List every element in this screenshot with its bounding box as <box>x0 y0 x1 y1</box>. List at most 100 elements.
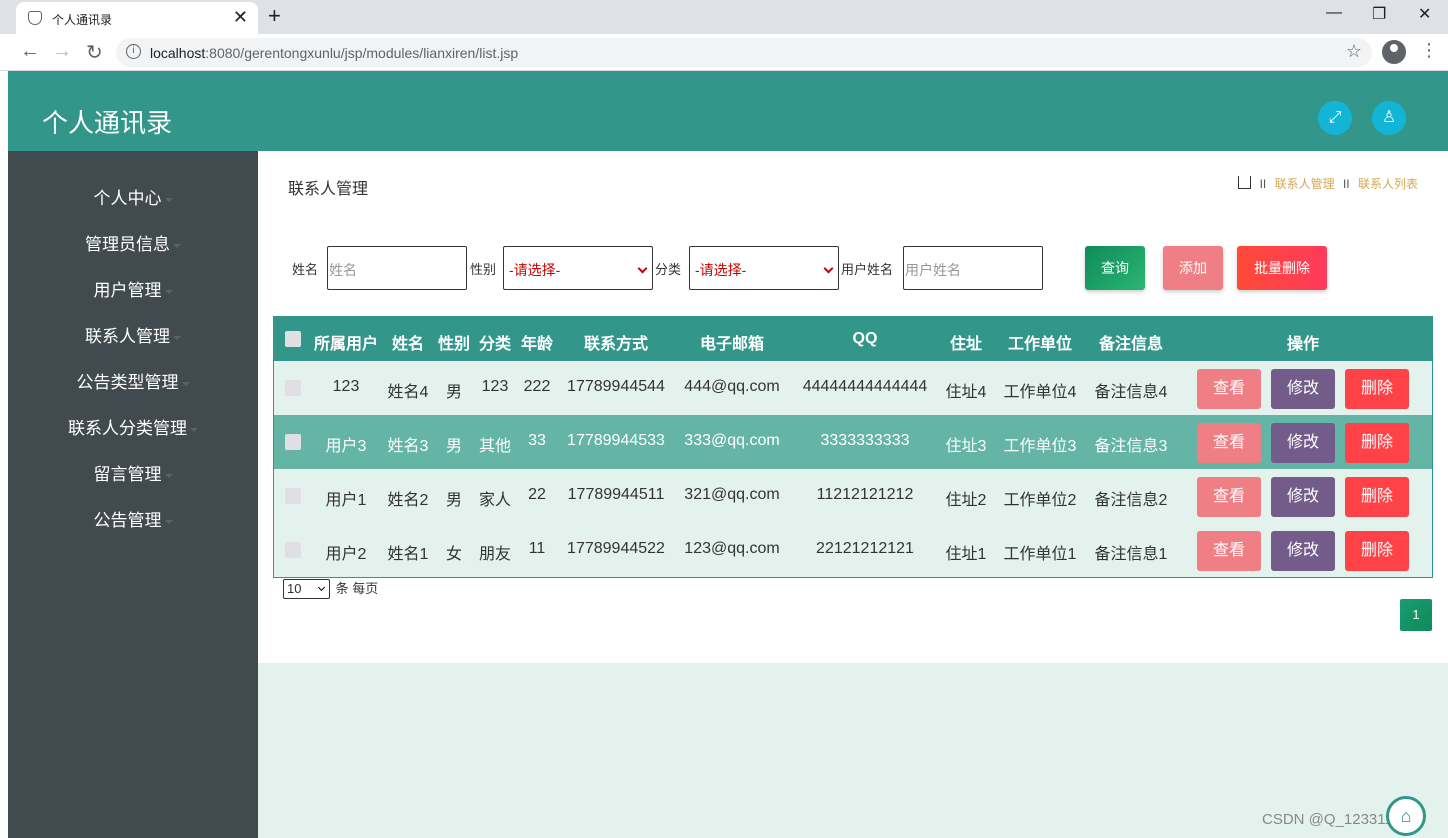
edit-button[interactable]: 修改 <box>1271 477 1335 517</box>
cell-age: 11 <box>528 540 546 557</box>
bookmark-star-icon[interactable]: ☆ <box>1346 41 1362 62</box>
delete-button[interactable]: 删除 <box>1345 477 1409 517</box>
cell-user: 用户3 <box>325 438 367 455</box>
address-bar: ← → ↻ i localhost:8080/gerentongxunlu/js… <box>0 34 1448 71</box>
sidebar-item-contact-category-management[interactable]: 联系人分类管理 <box>8 414 258 439</box>
query-button[interactable]: 查询 <box>1085 246 1145 290</box>
table-row: 用户3 姓名3 男 其他 33 17789944533 333@qq.com 3… <box>274 415 1432 469</box>
batch-delete-button[interactable]: 批量删除 <box>1237 246 1327 290</box>
sidebar-item-admin-info[interactable]: 管理员信息 <box>8 230 258 255</box>
sidebar-item-message-management[interactable]: 留言管理 <box>8 460 258 485</box>
cell-work: 工作单位3 <box>1003 438 1077 455</box>
column-header: 联系方式 <box>583 336 648 353</box>
back-to-top-icon[interactable]: ⌂ <box>1386 796 1426 836</box>
cell-category: 其他 <box>478 438 511 455</box>
view-button[interactable]: 查看 <box>1197 369 1261 409</box>
new-tab-button[interactable]: + <box>268 3 281 29</box>
view-button[interactable]: 查看 <box>1197 423 1261 463</box>
profile-avatar-icon[interactable] <box>1382 40 1406 64</box>
category-label: 分类 <box>655 262 682 277</box>
sidebar-item-user-management[interactable]: 用户管理 <box>8 276 258 301</box>
column-header: 电子邮箱 <box>699 336 764 353</box>
caret-down-icon <box>164 519 173 524</box>
caret-down-icon <box>181 381 190 386</box>
cell-work: 工作单位1 <box>1003 546 1077 563</box>
info-icon[interactable]: i <box>126 44 141 59</box>
sidebar-item-contact-management[interactable]: 联系人管理 <box>8 322 258 347</box>
sidebar-item-notice-management[interactable]: 公告管理 <box>8 506 258 531</box>
delete-button[interactable]: 删除 <box>1345 531 1409 571</box>
page-size-select[interactable]: 10 <box>283 579 330 599</box>
caret-down-icon <box>173 335 181 340</box>
reload-icon[interactable]: ↻ <box>86 40 103 65</box>
column-header: 分类 <box>478 336 511 353</box>
minimize-button[interactable]: — <box>1326 4 1342 22</box>
username-input[interactable]: 用户姓名 <box>903 246 1043 290</box>
cell-address: 住址2 <box>945 492 987 509</box>
edit-button[interactable]: 修改 <box>1271 423 1335 463</box>
page-number-button[interactable]: 1 <box>1400 599 1432 631</box>
user-icon[interactable]: ♙ <box>1372 101 1406 135</box>
cell-qq: 11212121212 <box>816 486 914 503</box>
column-header: QQ <box>852 330 878 347</box>
forward-arrow-icon[interactable]: → <box>52 40 72 63</box>
name-input[interactable]: 姓名 <box>327 246 467 290</box>
cell-email: 321@qq.com <box>684 486 780 503</box>
shield-icon <box>28 11 42 25</box>
category-select[interactable]: -请选择- <box>689 246 839 290</box>
app-header: 个人通讯录 ⤢ ♙ <box>8 71 1448 151</box>
cell-name: 姓名4 <box>387 384 429 401</box>
maximize-button[interactable]: ❐ <box>1372 4 1386 24</box>
home-icon[interactable] <box>1238 176 1252 189</box>
column-header: 操作 <box>1286 336 1319 353</box>
main-content: 联系人管理 II 联系人管理 II 联系人列表 姓名 姓名 性别 -请选择- 分… <box>258 151 1448 663</box>
cell-note: 备注信息3 <box>1094 438 1168 455</box>
delete-button[interactable]: 删除 <box>1345 423 1409 463</box>
view-button[interactable]: 查看 <box>1197 477 1261 517</box>
window-close-button[interactable]: ✕ <box>1418 4 1431 24</box>
row-checkbox[interactable] <box>285 542 301 558</box>
row-checkbox[interactable] <box>285 380 301 396</box>
cell-category: 家人 <box>478 492 511 509</box>
table-row: 用户2 姓名1 女 朋友 11 17789944522 123@qq.com 2… <box>274 523 1432 577</box>
cell-user: 123 <box>332 378 360 395</box>
cell-email: 123@qq.com <box>684 540 780 557</box>
back-arrow-icon[interactable]: ← <box>20 40 40 63</box>
row-checkbox[interactable] <box>285 488 301 504</box>
select-all-checkbox[interactable] <box>285 331 301 347</box>
url-input[interactable]: i localhost:8080/gerentongxunlu/jsp/modu… <box>116 38 1372 67</box>
fullscreen-icon[interactable]: ⤢ <box>1318 101 1352 135</box>
edit-button[interactable]: 修改 <box>1271 369 1335 409</box>
menu-kebab-icon[interactable]: ⋮ <box>1420 40 1438 61</box>
tab-close-button[interactable]: ✕ <box>233 7 248 27</box>
breadcrumb-item[interactable]: 联系人管理 <box>1275 177 1335 191</box>
cell-phone: 17789944544 <box>567 378 665 395</box>
breadcrumb-item[interactable]: 联系人列表 <box>1358 177 1418 191</box>
cell-email: 444@qq.com <box>684 378 780 395</box>
cell-name: 姓名1 <box>387 546 429 563</box>
edit-button[interactable]: 修改 <box>1271 531 1335 571</box>
sidebar-item-personal-center[interactable]: 个人中心 <box>8 184 258 209</box>
table-row: 123 姓名4 男 123 222 17789944544 444@qq.com… <box>274 361 1432 415</box>
delete-button[interactable]: 删除 <box>1345 369 1409 409</box>
cell-gender: 男 <box>445 438 462 455</box>
caret-down-icon <box>164 473 173 478</box>
caret-down-icon <box>173 243 181 248</box>
column-header: 住址 <box>949 336 982 353</box>
page-size-control: 10 条 每页 <box>283 578 378 599</box>
view-button[interactable]: 查看 <box>1197 531 1261 571</box>
cell-age: 22 <box>528 486 546 503</box>
column-header: 所属用户 <box>313 336 378 353</box>
cell-age: 222 <box>523 378 551 395</box>
cell-note: 备注信息1 <box>1094 546 1168 563</box>
cell-qq: 44444444444444 <box>802 378 928 395</box>
browser-tab[interactable]: 个人通讯录 ✕ <box>16 2 258 34</box>
cell-phone: 17789944511 <box>567 486 665 503</box>
gender-select[interactable]: -请选择- <box>503 246 653 290</box>
row-checkbox[interactable] <box>285 434 301 450</box>
sidebar-item-notice-type-management[interactable]: 公告类型管理 <box>8 368 258 393</box>
add-button[interactable]: 添加 <box>1163 246 1223 290</box>
cell-user: 用户2 <box>325 546 367 563</box>
page-size-suffix: 条 每页 <box>335 581 379 596</box>
breadcrumb: II 联系人管理 II 联系人列表 <box>1238 175 1418 192</box>
